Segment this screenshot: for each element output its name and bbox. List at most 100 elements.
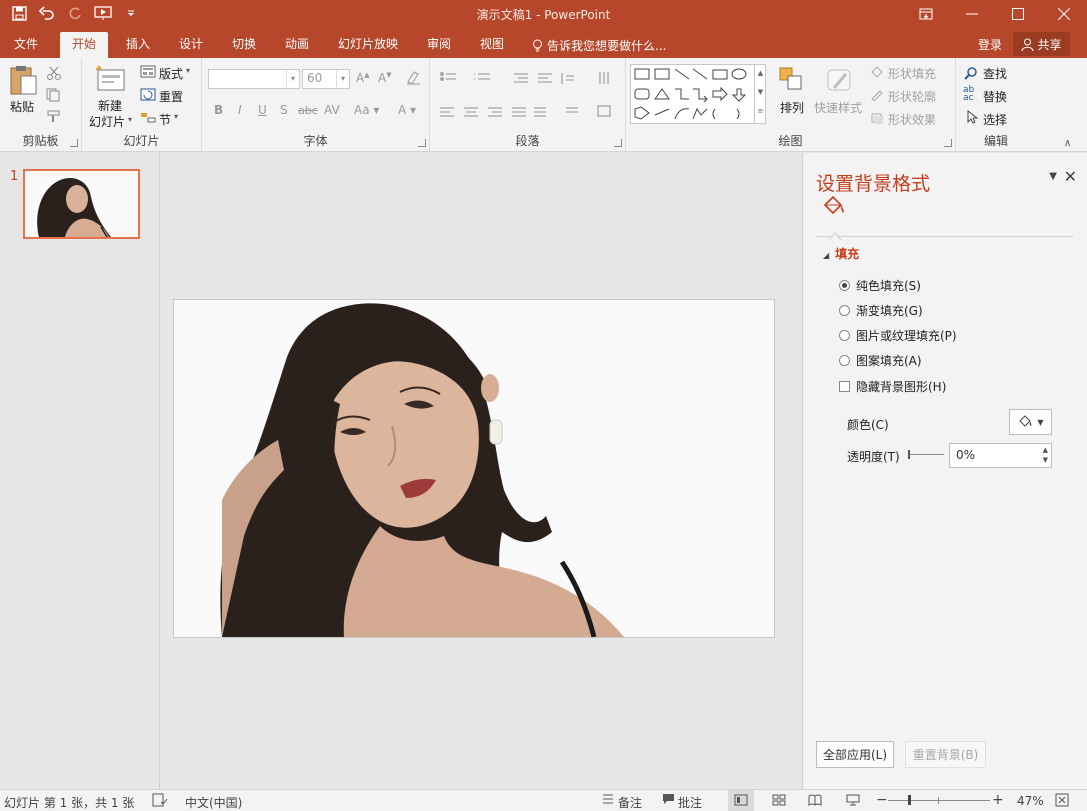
maximize-icon[interactable] (995, 0, 1041, 28)
language[interactable]: 中文(中国) (185, 794, 242, 811)
reset-button[interactable]: 重置 (159, 88, 183, 105)
slide-thumbnail[interactable] (23, 169, 140, 239)
select-button[interactable]: 选择 (983, 111, 1007, 128)
spelling-check-icon[interactable] (152, 793, 168, 810)
pattern-fill-radio-indicator[interactable] (839, 355, 850, 366)
strikethrough-icon[interactable]: abc (298, 104, 318, 117)
layout-icon[interactable] (140, 65, 156, 81)
zoom-slider[interactable] (888, 800, 990, 801)
quick-styles-button[interactable]: 快速样式 (814, 99, 862, 116)
ribbon-display-options-icon[interactable] (903, 0, 949, 28)
login-link[interactable]: 登录 (978, 36, 1002, 53)
tab-slideshow[interactable]: 幻灯片放映 (326, 32, 410, 58)
replace-button[interactable]: 替换 (983, 88, 1007, 105)
color-picker-button[interactable]: ▼ (1009, 409, 1052, 435)
zoom-out-icon[interactable]: − (876, 792, 888, 808)
tab-transitions[interactable]: 切换 (220, 32, 268, 58)
font-color-icon[interactable]: A ▾ (398, 103, 416, 117)
spin-down-icon[interactable]: ▼ (1043, 456, 1048, 464)
paste-icon[interactable] (8, 64, 38, 99)
clear-formatting-icon[interactable] (406, 69, 422, 88)
tab-file[interactable]: 文件 (2, 32, 50, 58)
arrange-button[interactable]: 排列 (780, 99, 804, 116)
paragraph-launcher-icon[interactable] (614, 139, 622, 147)
picture-fill-radio-indicator[interactable] (839, 330, 850, 341)
reset-background-button[interactable]: 重置背景(B) (905, 741, 986, 768)
font-launcher-icon[interactable] (418, 139, 426, 147)
shapes-gallery[interactable] (630, 64, 766, 124)
zoom-slider-knob[interactable] (908, 795, 911, 805)
tab-view[interactable]: 视图 (468, 32, 516, 58)
tab-home[interactable]: 开始 (60, 32, 109, 58)
apply-to-all-button[interactable]: 全部应用(L) (816, 741, 894, 768)
notes-button[interactable]: 备注 (618, 794, 642, 811)
shape-outline-button[interactable]: 形状轮廓 (888, 88, 936, 105)
gradient-fill-radio[interactable]: 渐变填充(G) (839, 302, 923, 319)
portrait-photo[interactable] (174, 300, 774, 637)
font-name-combo[interactable]: ▾ (208, 69, 300, 89)
italic-icon[interactable]: I (238, 103, 242, 117)
character-spacing-icon[interactable]: AV (324, 103, 340, 117)
tab-review[interactable]: 审阅 (415, 32, 463, 58)
shape-fill-button[interactable]: 形状填充 (888, 65, 936, 82)
paste-button-label[interactable]: 粘贴 (10, 98, 34, 115)
find-button[interactable]: 查找 (983, 65, 1007, 82)
arrange-icon[interactable] (778, 66, 804, 95)
share-button[interactable]: 共享 (1013, 32, 1070, 56)
close-pane-icon[interactable]: ✕ (1064, 167, 1077, 186)
drawing-launcher-icon[interactable] (944, 139, 952, 147)
section-button[interactable]: 节 (159, 111, 171, 128)
tell-me-box[interactable]: 告诉我您想要做什么... (532, 37, 666, 54)
tab-insert[interactable]: 插入 (114, 32, 162, 58)
close-icon[interactable] (1041, 0, 1087, 28)
clipboard-launcher-icon[interactable] (70, 139, 78, 147)
tab-animations[interactable]: 动画 (273, 32, 321, 58)
tab-design[interactable]: 设计 (167, 32, 215, 58)
minimize-icon[interactable] (949, 0, 995, 28)
gradient-fill-radio-indicator[interactable] (839, 305, 850, 316)
zoom-level[interactable]: 47% (1017, 794, 1044, 808)
comments-button[interactable]: 批注 (678, 794, 702, 811)
transparency-slider[interactable] (908, 454, 944, 455)
slideshow-view-icon[interactable] (846, 794, 860, 809)
slide-canvas[interactable] (173, 299, 775, 638)
pattern-fill-radio[interactable]: 图案填充(A) (839, 352, 922, 369)
transparency-spinner[interactable]: 0% ▲ ▼ (949, 443, 1052, 468)
underline-icon[interactable]: U (258, 103, 267, 117)
change-case-icon[interactable]: Aa ▾ (354, 103, 379, 117)
format-painter-icon[interactable] (46, 110, 62, 127)
section-icon[interactable] (140, 111, 156, 127)
new-slide-icon[interactable] (94, 64, 128, 97)
shadow-icon[interactable]: S (280, 103, 288, 117)
bold-icon[interactable]: B (214, 103, 223, 117)
solid-fill-radio[interactable]: 纯色填充(S) (839, 277, 921, 294)
font-size-combo[interactable]: 60 ▾ (302, 69, 350, 89)
shapes-gallery-scroll[interactable]: ▲ ▼ ≡ (754, 64, 766, 124)
slide-sorter-icon[interactable] (772, 794, 786, 809)
fill-section-header[interactable]: ◢ 填充 (823, 245, 859, 262)
layout-button[interactable]: 版式 (159, 65, 183, 82)
new-slide-line1[interactable]: 新建 (98, 97, 122, 114)
fit-to-window-icon[interactable] (1055, 793, 1069, 810)
hide-background-graphics-checkbox[interactable]: 隐藏背景图形(H) (839, 378, 946, 395)
zoom-in-icon[interactable]: + (992, 792, 1004, 808)
shape-effects-button[interactable]: 形状效果 (888, 111, 936, 128)
transparency-slider-knob[interactable] (908, 450, 910, 459)
reading-view-icon[interactable] (808, 794, 822, 809)
collapse-ribbon-icon[interactable]: ∧ (1064, 138, 1071, 149)
copy-icon[interactable] (46, 88, 64, 105)
quick-styles-icon[interactable] (824, 66, 854, 97)
pane-options-icon[interactable]: ▼ (1049, 171, 1057, 182)
hide-graphics-checkbox-box[interactable] (839, 381, 850, 392)
spin-up-icon[interactable]: ▲ (1043, 446, 1048, 454)
shrink-font-icon[interactable]: A▼ (378, 71, 392, 85)
normal-view-icon[interactable] (728, 790, 754, 811)
picture-fill-radio[interactable]: 图片或纹理填充(P) (839, 327, 957, 344)
grow-font-icon[interactable]: A▲ (356, 71, 370, 85)
fill-bucket-icon[interactable] (821, 195, 847, 222)
solid-fill-radio-indicator[interactable] (839, 280, 850, 291)
cut-icon[interactable] (46, 66, 62, 83)
reset-icon[interactable] (140, 88, 156, 104)
new-slide-line2[interactable]: 幻灯片 (89, 113, 125, 130)
paragraph-tools-icon[interactable] (438, 70, 618, 132)
